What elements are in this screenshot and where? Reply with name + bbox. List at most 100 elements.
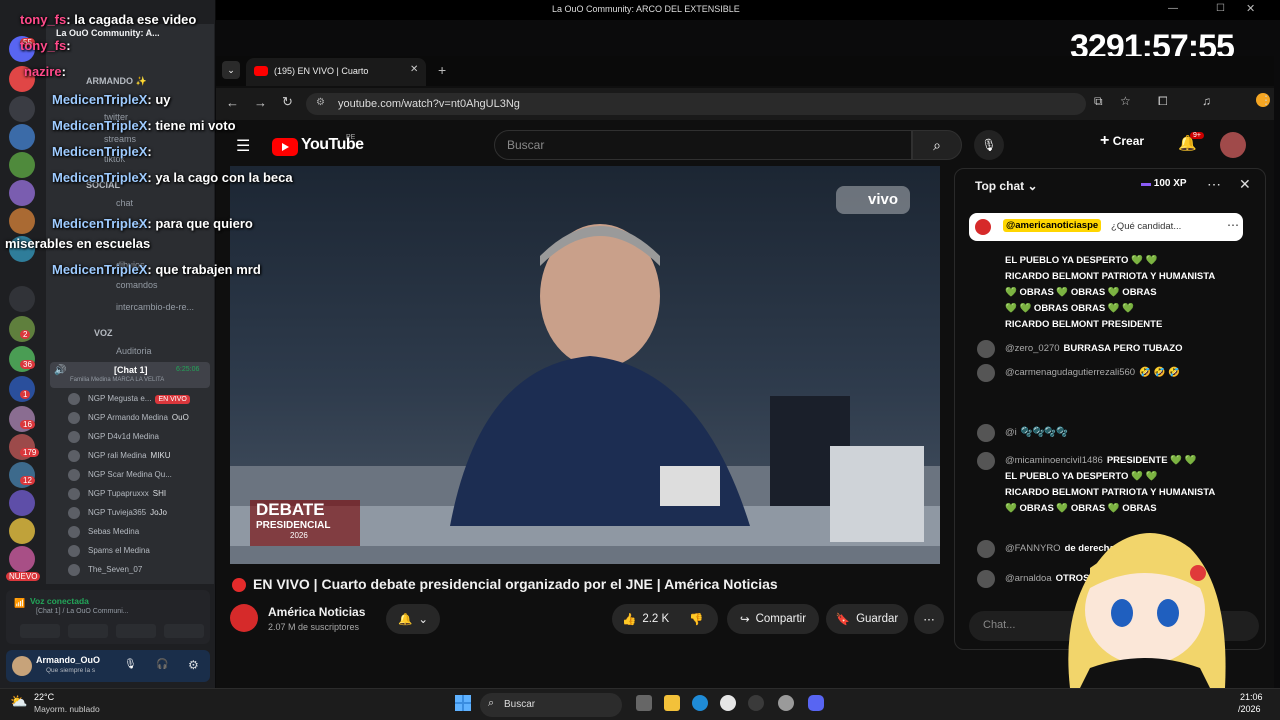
server-icon[interactable] <box>9 546 35 572</box>
category-header[interactable]: ARMANDO ✨ <box>86 76 147 87</box>
chrome-icon[interactable] <box>720 695 736 711</box>
voice-member[interactable]: NGP Megusta e... EN VIVO <box>88 394 190 404</box>
chat-username[interactable]: @micaminoencivil1486 <box>1005 455 1103 466</box>
tab-active[interactable]: (195) EN VIVO | Cuarto ✕ <box>246 58 426 86</box>
chat-close-icon[interactable]: ✕ <box>1239 176 1251 193</box>
server-icon[interactable] <box>9 518 35 544</box>
clock-time[interactable]: 21:06 <box>1240 692 1263 702</box>
headphones-icon[interactable]: 🎧 <box>156 659 168 670</box>
chat-avatar[interactable] <box>977 570 995 588</box>
server-icon[interactable] <box>9 180 35 206</box>
save-button[interactable]: 🔖 Guardar <box>826 604 908 634</box>
avatar[interactable] <box>12 656 32 676</box>
tab-search-button[interactable]: ⌄ <box>222 61 240 79</box>
activities-button[interactable] <box>116 624 156 638</box>
channel-name[interactable]: América Noticias <box>268 605 365 619</box>
member-avatar[interactable] <box>68 412 80 424</box>
member-avatar[interactable] <box>68 431 80 443</box>
member-avatar[interactable] <box>68 488 80 500</box>
voice-channel-active[interactable]: 🔊 [Chat 1] 6:25:06 Familia Medina MARCA … <box>50 362 210 388</box>
back-icon[interactable]: ← <box>226 95 239 110</box>
taskbar-search[interactable]: ⌕ Buscar <box>480 693 622 717</box>
chat-avatar[interactable] <box>977 452 995 470</box>
username[interactable]: Armando_OuO <box>36 655 100 665</box>
subscribe-bell-button[interactable]: 🔔 ⌄ <box>386 604 440 634</box>
voice-member[interactable]: Spams el Medina <box>88 546 150 555</box>
new-tab-icon[interactable]: + <box>438 62 446 78</box>
member-avatar[interactable] <box>68 564 80 576</box>
youtube-logo-icon[interactable] <box>272 138 298 156</box>
like-button[interactable]: 👍 2.2 K 👎 <box>612 604 718 634</box>
edge-icon[interactable] <box>692 695 708 711</box>
chat-avatar[interactable] <box>977 364 995 382</box>
settings-icon[interactable] <box>778 695 794 711</box>
channel-intercambio[interactable]: intercambio-de-re... <box>116 302 194 312</box>
create-button[interactable]: + Crear <box>1100 132 1158 158</box>
search-button[interactable]: ⌕ <box>912 130 962 160</box>
voice-member[interactable]: NGP Armando Medina OuO <box>88 413 189 422</box>
weather-temp[interactable]: 22°C <box>34 692 54 702</box>
discover-icon[interactable] <box>9 286 35 312</box>
channel-avatar[interactable] <box>230 604 258 632</box>
pinned-message[interactable]: @americanoticiaspe ¿Qué candidat... ⋯ <box>969 213 1243 241</box>
chat-username[interactable]: @arnaldoa <box>1005 573 1052 584</box>
kebab-menu-icon[interactable]: ⋮ <box>1260 93 1272 107</box>
chat-avatar[interactable] <box>977 340 995 358</box>
chat-avatar[interactable] <box>977 540 995 558</box>
xp-badge[interactable]: ▬ 100 XP <box>1141 178 1187 189</box>
clock-date[interactable]: /2026 <box>1238 704 1261 714</box>
video-player[interactable]: vivo DEBATE PRESIDENCIAL 2026 <box>230 166 940 564</box>
server-icon[interactable] <box>9 490 35 516</box>
member-avatar[interactable] <box>68 469 80 481</box>
member-avatar[interactable] <box>68 545 80 557</box>
weather-icon[interactable]: ⛅ <box>10 693 30 713</box>
voice-member[interactable]: NGP D4v1d Medina <box>88 432 159 441</box>
server-icon[interactable] <box>9 124 35 150</box>
server-icon[interactable] <box>9 96 35 122</box>
tab-close-icon[interactable]: ✕ <box>410 64 418 75</box>
discord-icon[interactable] <box>808 695 824 711</box>
reload-icon[interactable]: ↻ <box>282 94 293 110</box>
mic-icon[interactable]: 🎙 <box>974 130 1004 160</box>
chat-username[interactable]: @i <box>1005 427 1017 438</box>
server-name[interactable]: La OuO Community: A... <box>56 28 160 38</box>
install-icon[interactable]: ⧉ <box>1094 94 1103 109</box>
chat-mode-dropdown[interactable]: Top chat ⌄ <box>975 179 1038 193</box>
start-icon[interactable] <box>455 695 471 711</box>
more-actions-button[interactable]: ⋯ <box>914 604 944 634</box>
server-icon[interactable] <box>9 208 35 234</box>
site-info-icon[interactable]: ⚙ <box>316 97 325 108</box>
chat-username[interactable]: @carmenagudagutierrezali560 <box>1005 367 1135 378</box>
voice-channel-auditoria[interactable]: Auditoria <box>116 346 152 356</box>
chat-more-icon[interactable]: ⋯ <box>1207 176 1221 193</box>
signal-icon[interactable]: 📶 <box>14 598 25 608</box>
task-view-icon[interactable] <box>636 695 652 711</box>
camera-button[interactable] <box>20 624 60 638</box>
voice-member[interactable]: NGP Scar Medina Qu... <box>88 470 172 479</box>
screenshare-button[interactable] <box>68 624 108 638</box>
forward-icon[interactable]: → <box>254 95 267 110</box>
voice-member[interactable]: NGP Tuvieja365 JoJo <box>88 508 167 517</box>
category-header[interactable]: VOZ <box>94 328 113 338</box>
member-avatar[interactable] <box>68 507 80 519</box>
minimize-icon[interactable]: — <box>1168 3 1178 14</box>
media-icon[interactable]: ♫ <box>1202 94 1211 108</box>
gear-icon[interactable]: ⚙ <box>188 658 199 672</box>
url-bar[interactable]: ⚙ youtube.com/watch?v=nt0AhgUL3Ng <box>306 93 1086 115</box>
server-icon[interactable] <box>9 152 35 178</box>
mic-icon[interactable]: 🎙 <box>124 659 137 670</box>
member-avatar[interactable] <box>68 450 80 462</box>
member-avatar[interactable] <box>68 393 80 405</box>
maximize-icon[interactable]: ☐ <box>1216 3 1225 14</box>
voice-location[interactable]: [Chat 1] / La OuO Communi... <box>36 608 129 615</box>
extensions-icon[interactable]: ⧠ <box>1158 94 1168 109</box>
voice-member[interactable]: NGP rali Medina MIKU <box>88 451 171 460</box>
pinned-more-icon[interactable]: ⋯ <box>1227 218 1239 232</box>
file-explorer-icon[interactable] <box>664 695 680 711</box>
voice-member[interactable]: NGP Tupapruxxx SHI <box>88 489 166 498</box>
share-button[interactable]: ↪ Compartir <box>727 604 819 634</box>
channel-comandos[interactable]: comandos <box>116 280 158 290</box>
chat-avatar[interactable] <box>977 424 995 442</box>
star-icon[interactable]: ☆ <box>1120 94 1131 108</box>
app-icon[interactable] <box>748 695 764 711</box>
